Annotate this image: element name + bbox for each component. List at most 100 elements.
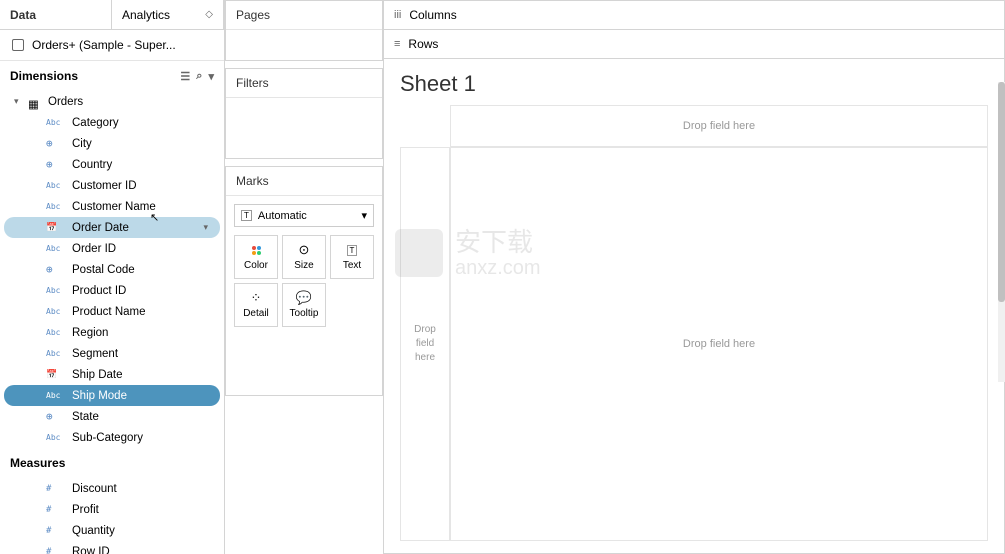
- dimension-segment[interactable]: Abc Segment: [0, 343, 224, 364]
- abc-icon: Abc: [46, 181, 64, 190]
- calendar-icon: 📅: [46, 223, 64, 233]
- dropdown-icon: ▾: [361, 209, 367, 222]
- columns-shelf[interactable]: iii Columns: [383, 0, 1005, 30]
- search-icon[interactable]: ⌕: [196, 70, 202, 83]
- table-name: Orders: [48, 96, 83, 108]
- field-label: Segment: [72, 348, 118, 360]
- field-label: Sub-Category: [72, 432, 143, 444]
- dimension-country[interactable]: Country: [0, 154, 224, 175]
- drop-hint: Dropfieldhere: [414, 323, 436, 365]
- text-button[interactable]: T Text: [330, 235, 374, 279]
- abc-icon: Abc: [46, 244, 64, 253]
- abc-icon: Abc: [46, 202, 64, 211]
- drop-hint: Drop field here: [683, 338, 755, 350]
- scrollbar-thumb[interactable]: [998, 82, 1005, 302]
- chevron-down-icon[interactable]: ▾: [14, 96, 19, 107]
- hash-icon: [46, 526, 64, 536]
- field-label: Quantity: [72, 525, 115, 537]
- table-orders[interactable]: ▾ ▦ Orders: [0, 91, 224, 112]
- field-label: Product Name: [72, 306, 146, 318]
- hash-icon: [46, 505, 64, 515]
- tooltip-icon: 💬: [296, 291, 312, 305]
- text-icon: T: [347, 243, 358, 257]
- dimensions-label: Dimensions: [10, 69, 78, 83]
- tooltip-label: Tooltip: [290, 308, 319, 319]
- sidebar-tabs: Data Analytics ◇: [0, 0, 224, 30]
- measure-profit[interactable]: Profit: [0, 499, 224, 520]
- field-label: City: [72, 138, 92, 150]
- abc-icon: Abc: [46, 328, 64, 337]
- abc-icon: Abc: [46, 391, 64, 400]
- drop-zone-columns[interactable]: Drop field here: [450, 105, 988, 147]
- color-button[interactable]: Color: [234, 235, 278, 279]
- marks-header: Marks: [226, 167, 382, 196]
- dimension-customer-id[interactable]: Abc Customer ID: [0, 175, 224, 196]
- dimension-sub-category[interactable]: AbcSub-Category: [0, 427, 224, 448]
- scrollbar[interactable]: [998, 82, 1005, 382]
- view-list-icon[interactable]: ☰: [180, 70, 190, 83]
- sheet-title[interactable]: Sheet 1: [400, 71, 988, 97]
- field-label: Ship Date: [72, 369, 123, 381]
- cards-column: Pages Filters Marks T Automatic ▾ Color …: [225, 0, 383, 554]
- dimension-product-name[interactable]: Abc Product Name: [0, 301, 224, 322]
- dimension-order-id[interactable]: AbcOrder ID: [0, 238, 224, 259]
- field-label: Product ID: [72, 285, 126, 297]
- dimension-region[interactable]: Abc Region: [0, 322, 224, 343]
- field-label: State: [72, 411, 99, 423]
- calendar-icon: 📅: [46, 370, 64, 380]
- marks-type-label: Automatic: [258, 210, 307, 222]
- tab-analytics[interactable]: Analytics ◇: [112, 0, 224, 29]
- field-label: Category: [72, 117, 119, 129]
- dimension-order-date[interactable]: 📅Order Date▾: [4, 217, 220, 238]
- datasource-row[interactable]: Orders+ (Sample - Super...: [0, 30, 224, 61]
- measure-quantity[interactable]: Quantity: [0, 520, 224, 541]
- worksheet-canvas: iii Columns ≡ Rows Sheet 1 Drop field he…: [383, 0, 1005, 554]
- dimension-category[interactable]: Abc Category: [0, 112, 224, 133]
- dimension-product-id[interactable]: AbcProduct ID: [0, 280, 224, 301]
- tab-data-label: Data: [10, 8, 36, 22]
- hash-icon: [46, 547, 64, 554]
- size-button[interactable]: ⊙ Size: [282, 235, 326, 279]
- detail-button[interactable]: ⁘ Detail: [234, 283, 278, 327]
- color-label: Color: [244, 260, 268, 271]
- fields-list: ▾ ▦ Orders AbcCategoryCityCountryAbcCust…: [0, 91, 224, 554]
- tab-data[interactable]: Data: [0, 0, 112, 29]
- pages-header: Pages: [226, 1, 382, 30]
- abc-icon: Abc: [46, 349, 64, 358]
- field-label: Discount: [72, 483, 117, 495]
- tab-menu-icon[interactable]: ◇: [205, 9, 213, 20]
- rows-label: Rows: [408, 37, 438, 51]
- text-label: Text: [343, 260, 361, 271]
- dimension-city[interactable]: City: [0, 133, 224, 154]
- filters-panel[interactable]: Filters: [225, 68, 383, 159]
- field-label: Postal Code: [72, 264, 135, 276]
- dimension-state[interactable]: State: [0, 406, 224, 427]
- sheet-area: Sheet 1 Drop field here Dropfieldhere Dr…: [383, 58, 1005, 554]
- globe-icon: [46, 158, 64, 171]
- columns-label: Columns: [409, 8, 456, 22]
- pages-panel[interactable]: Pages: [225, 0, 383, 61]
- auto-mark-icon: T: [241, 210, 252, 221]
- dimension-ship-mode[interactable]: Abc Ship Mode: [4, 385, 220, 406]
- measure-discount[interactable]: Discount: [0, 478, 224, 499]
- menu-icon[interactable]: ▾: [208, 70, 214, 83]
- rows-shelf[interactable]: ≡ Rows: [383, 29, 1005, 59]
- abc-icon: Abc: [46, 307, 64, 316]
- field-label: Region: [72, 327, 108, 339]
- dimension-customer-name[interactable]: AbcCustomer Name: [0, 196, 224, 217]
- tooltip-button[interactable]: 💬 Tooltip: [282, 283, 326, 327]
- field-label: Customer ID: [72, 180, 137, 192]
- drop-zone-rows[interactable]: Dropfieldhere: [400, 147, 450, 541]
- drop-zone-main[interactable]: Drop field here: [450, 147, 988, 541]
- rows-icon: ≡: [394, 38, 400, 50]
- dimension-postal-code[interactable]: Postal Code: [0, 259, 224, 280]
- measure-row-id[interactable]: Row ID: [0, 541, 224, 554]
- field-label: Ship Mode: [72, 390, 127, 402]
- table-icon: ▦: [28, 97, 40, 107]
- drop-hint: Drop field here: [683, 120, 755, 132]
- dimension-ship-date[interactable]: 📅 Ship Date: [0, 364, 224, 385]
- marks-panel: Marks T Automatic ▾ Color ⊙ Size T Text: [225, 166, 383, 396]
- abc-icon: Abc: [46, 118, 64, 127]
- marks-type-select[interactable]: T Automatic ▾: [234, 204, 374, 227]
- size-label: Size: [294, 260, 313, 271]
